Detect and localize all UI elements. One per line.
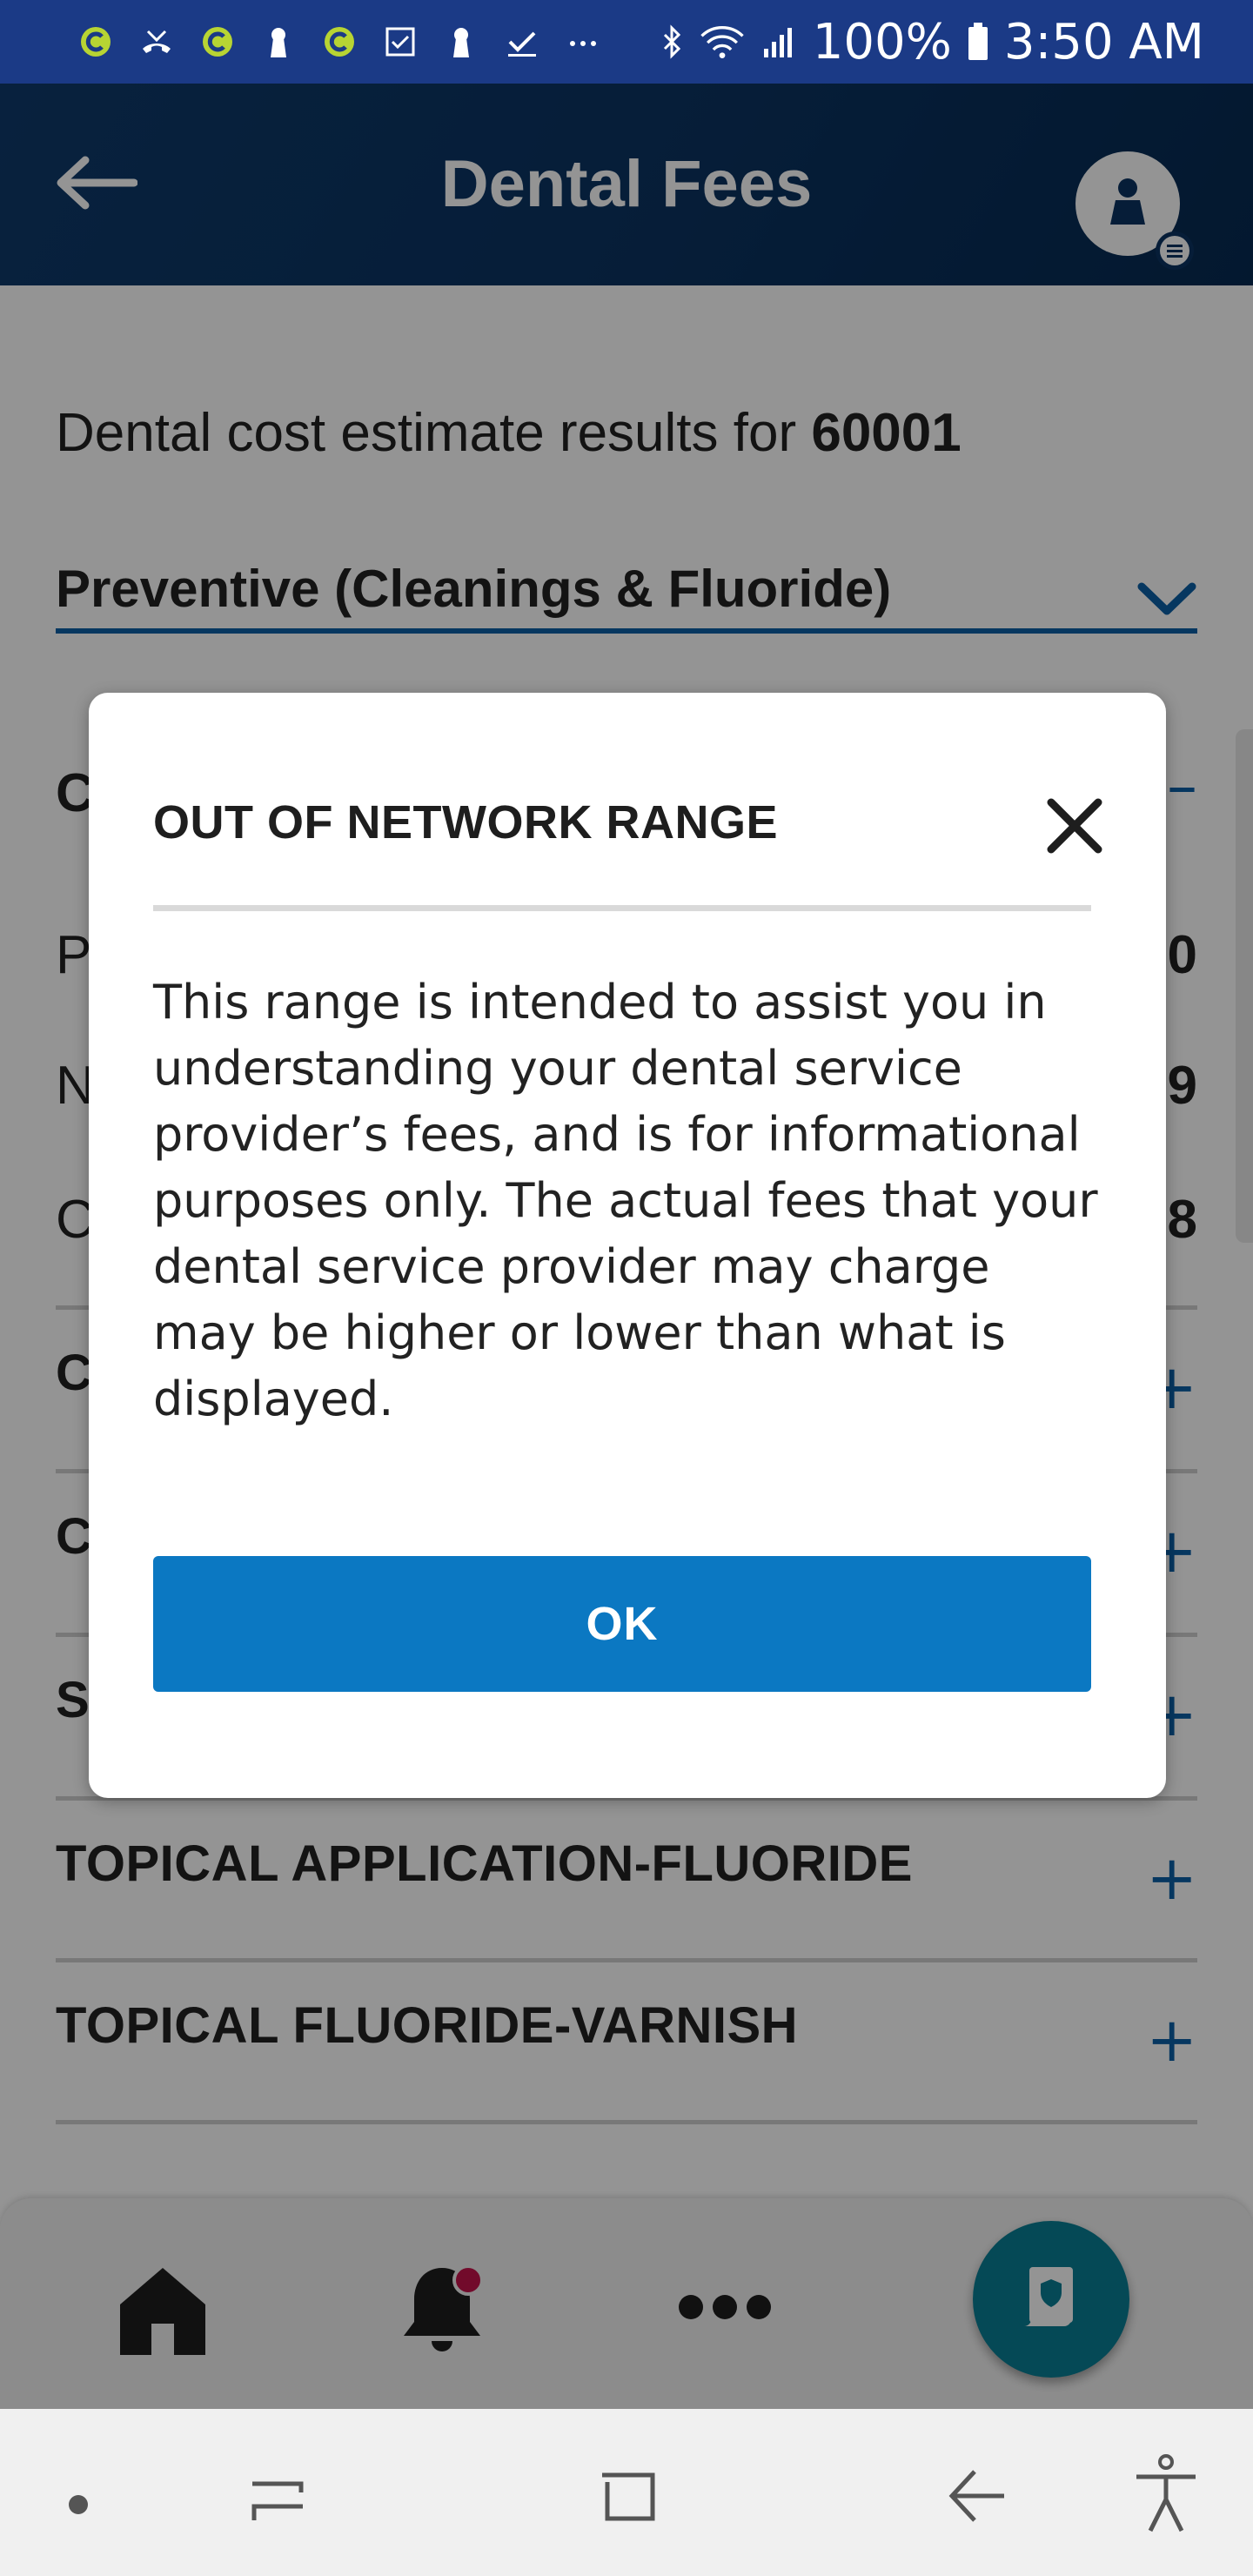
more-dots-icon [566,24,600,59]
close-icon[interactable] [1044,795,1105,856]
dialog-message: This range is intended to assist you in … [153,975,1098,1426]
ok-button[interactable]: OK [153,1556,1091,1692]
battery-icon [968,23,988,60]
back-button-icon[interactable] [947,2465,1008,2527]
home-button-icon[interactable] [599,2466,658,2527]
download-done-icon [505,24,539,59]
bluetooth-icon [663,24,680,59]
keyhole-icon [444,24,479,59]
status-time: 3:50 AM [1003,13,1204,70]
system-navigation-bar [0,2409,1253,2576]
app-c-icon [322,24,357,59]
accessibility-icon[interactable] [1133,2454,1199,2534]
dialog-divider [153,905,1091,911]
app-c-icon [200,24,235,59]
app-c-icon [78,24,113,59]
system-status: 100% 3:50 AM [661,14,1204,70]
wifi-icon [700,26,744,59]
recent-apps-icon[interactable] [247,2466,308,2527]
dot-indicator-icon [69,2495,88,2514]
missed-call-icon [139,24,174,59]
status-bar: 100% 3:50 AM [0,0,1253,84]
keyhole-icon [261,24,296,59]
battery-percent: 100% [812,13,952,70]
out-of-network-dialog: OUT OF NETWORK RANGE This range is inten… [89,693,1166,1798]
checkbox-icon [383,24,418,59]
signal-icon [763,28,792,57]
dialog-title: OUT OF NETWORK RANGE [153,796,778,849]
notification-icons [78,24,661,59]
